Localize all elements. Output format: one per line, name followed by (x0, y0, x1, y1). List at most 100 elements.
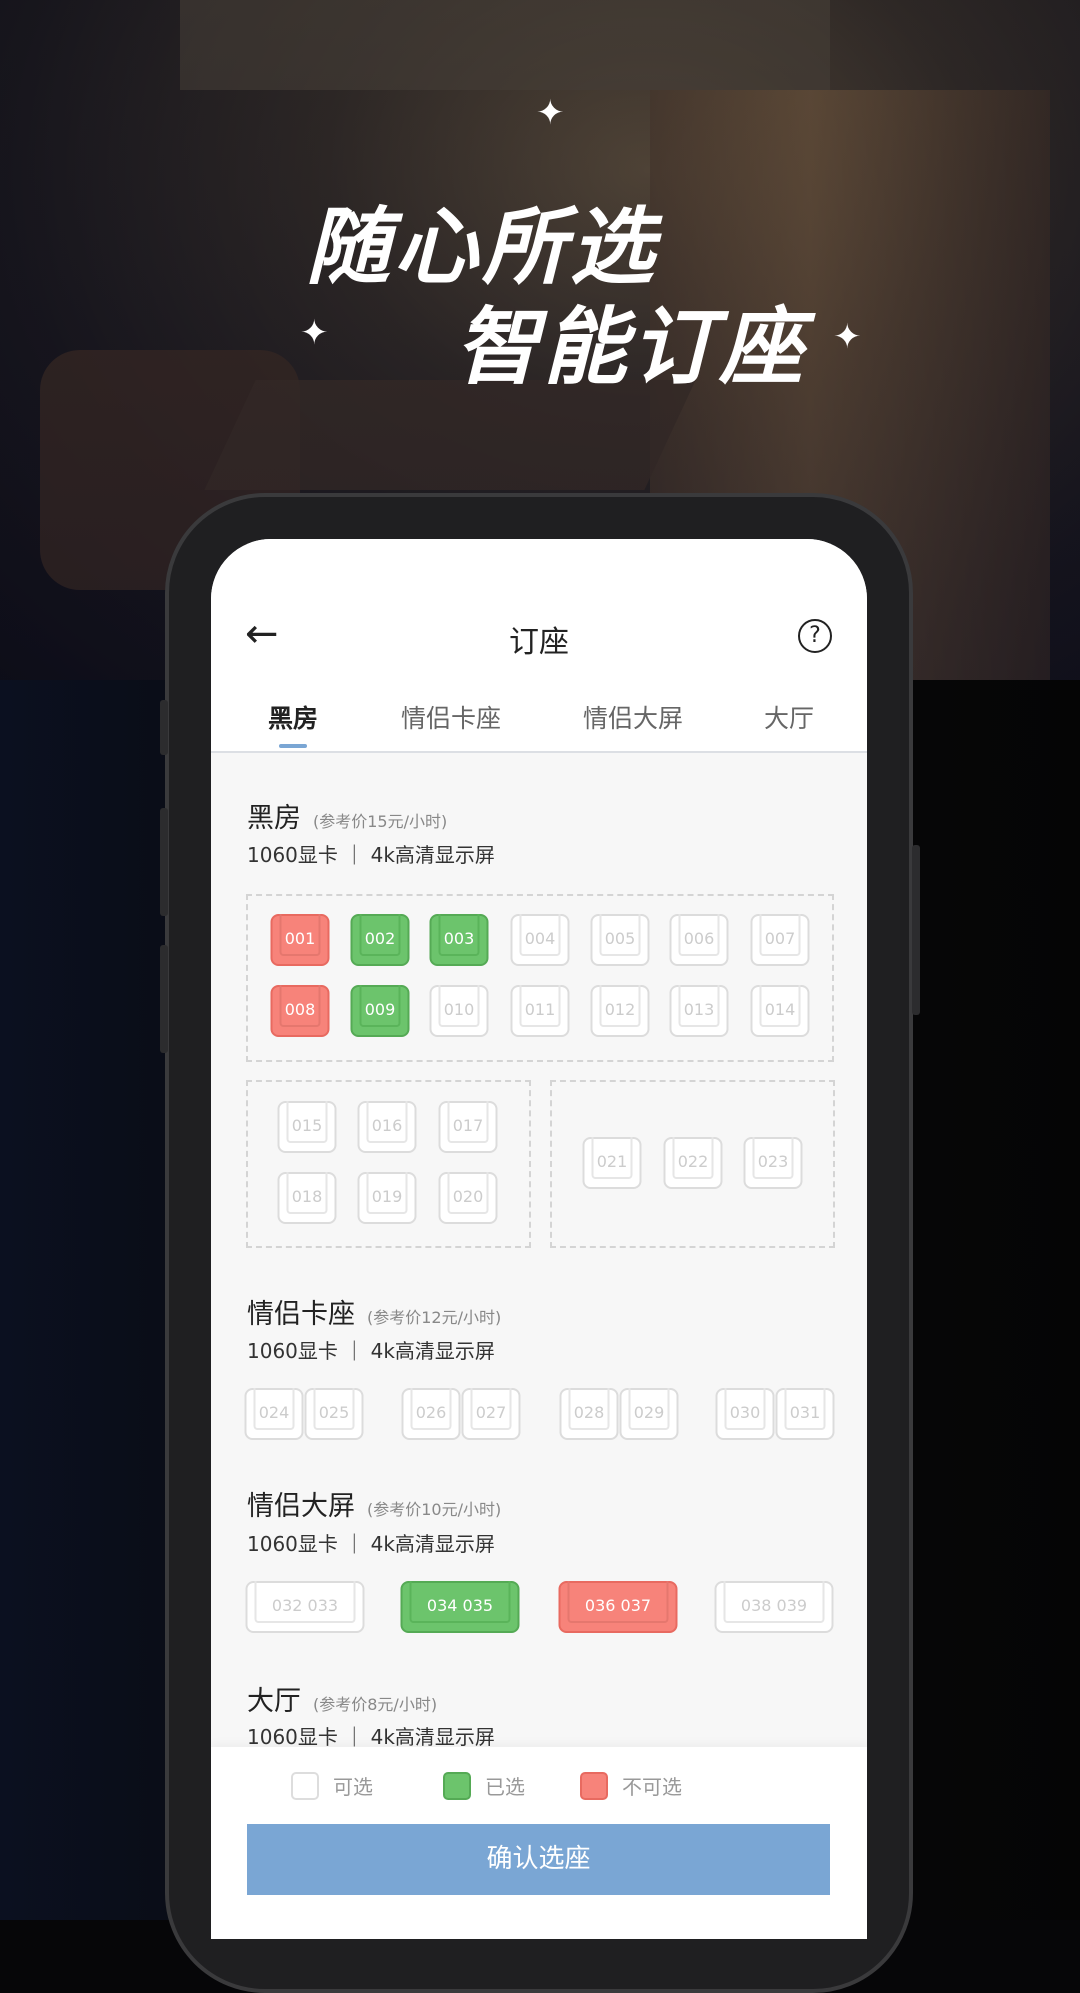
section-spec: 1060显卡 ｜ 4k高清显示屏 (247, 1725, 495, 1749)
seat-number: 019 (371, 1187, 403, 1206)
seat-available[interactable]: 027 (461, 1388, 521, 1440)
tab-blackroom[interactable]: 黑房 (268, 699, 318, 735)
seat-available[interactable]: 030 (715, 1388, 775, 1440)
promo-line2: 智能订座 (455, 280, 807, 401)
seat-number: 034 035 (426, 1596, 494, 1615)
seat-available[interactable]: 005 (590, 914, 650, 966)
seat-available[interactable]: 020 (438, 1172, 498, 1224)
seat-number: 030 (729, 1403, 761, 1422)
seat-number: 025 (318, 1403, 350, 1422)
question-circle-icon[interactable]: ? (798, 619, 832, 653)
app-screen: ← 订座 ? 黑房 情侣卡座 情侣大屏 大厅 黑房 (参考价15元/小时) 106… (211, 539, 867, 1939)
seat-number: 007 (764, 929, 796, 948)
seat-available[interactable]: 028 (559, 1388, 619, 1440)
legend-unavailable: 不可选 (580, 1771, 682, 1800)
top-bar: ← 订座 ? 黑房 情侣卡座 情侣大屏 大厅 (211, 539, 867, 753)
seat-number: 012 (604, 1000, 636, 1019)
seat-available[interactable]: 032 033 (245, 1581, 365, 1633)
seat-selected-icon (443, 1771, 471, 1800)
section-title: 情侣卡座 (参考价12元/小时) (247, 1299, 502, 1330)
seat-number: 018 (291, 1187, 323, 1206)
seat-number: 004 (524, 929, 556, 948)
section-title: 黑房 (参考价15元/小时) (247, 803, 448, 834)
seat-unavailable[interactable]: 036 037 (558, 1581, 678, 1633)
seat-available[interactable]: 015 (277, 1101, 337, 1153)
seat-available[interactable]: 010 (429, 985, 489, 1037)
section-spec: 1060显卡 ｜ 4k高清显示屏 (247, 843, 495, 867)
seat-available[interactable]: 025 (304, 1388, 364, 1440)
seat-number: 015 (291, 1116, 323, 1135)
seat-number: 032 033 (271, 1596, 339, 1615)
seat-unavailable[interactable]: 008 (270, 985, 330, 1037)
seat-number: 010 (443, 1000, 475, 1019)
seat-available[interactable]: 017 (438, 1101, 498, 1153)
seat-number: 011 (524, 1000, 556, 1019)
seat-number: 014 (764, 1000, 796, 1019)
seat-number: 016 (371, 1116, 403, 1135)
tab-couple-booth[interactable]: 情侣卡座 (401, 699, 501, 735)
seat-number: 006 (683, 929, 715, 948)
tab-couple-screen[interactable]: 情侣大屏 (583, 699, 683, 735)
seat-available[interactable]: 029 (619, 1388, 679, 1440)
seat-available[interactable]: 022 (663, 1137, 723, 1189)
seat-number: 028 (573, 1403, 605, 1422)
sparkle-icon: ✦ (300, 313, 329, 353)
seat-available[interactable]: 019 (357, 1172, 417, 1224)
seat-number: 029 (633, 1403, 665, 1422)
section-spec: 1060显卡 ｜ 4k高清显示屏 (247, 1532, 495, 1556)
seat-available[interactable]: 014 (750, 985, 810, 1037)
seat-available[interactable]: 011 (510, 985, 570, 1037)
tab-hall[interactable]: 大厅 (764, 699, 814, 735)
seat-number: 026 (415, 1403, 447, 1422)
section-title: 情侣大屏 (参考价10元/小时) (247, 1491, 502, 1522)
seat-number: 013 (683, 1000, 715, 1019)
seat-selected[interactable]: 003 (429, 914, 489, 966)
sparkle-icon: ✦ (536, 93, 565, 133)
seat-number: 036 037 (584, 1596, 652, 1615)
seat-number: 031 (789, 1403, 821, 1422)
seat-available-icon (291, 1771, 319, 1800)
seat-available[interactable]: 023 (743, 1137, 803, 1189)
legend-selected: 已选 (443, 1771, 525, 1800)
seat-available[interactable]: 026 (401, 1388, 461, 1440)
seat-selected[interactable]: 002 (350, 914, 410, 966)
seat-number: 003 (443, 929, 475, 948)
seat-number: 009 (364, 1000, 396, 1019)
seat-number: 017 (452, 1116, 484, 1135)
seat-available[interactable]: 016 (357, 1101, 417, 1153)
seat-number: 008 (284, 1000, 316, 1019)
seat-number: 001 (284, 929, 316, 948)
section-spec: 1060显卡 ｜ 4k高清显示屏 (247, 1339, 495, 1363)
seat-available[interactable]: 006 (669, 914, 729, 966)
section-title: 大厅 (参考价8元/小时) (247, 1686, 438, 1717)
seat-available[interactable]: 012 (590, 985, 650, 1037)
seat-selected[interactable]: 009 (350, 985, 410, 1037)
page-title: 订座 (509, 625, 569, 660)
tab-indicator (279, 744, 307, 748)
seat-available[interactable]: 031 (775, 1388, 835, 1440)
seat-available[interactable]: 007 (750, 914, 810, 966)
seat-available[interactable]: 004 (510, 914, 570, 966)
seat-available[interactable]: 021 (582, 1137, 642, 1189)
seat-number: 027 (475, 1403, 507, 1422)
seat-number: 038 039 (740, 1596, 808, 1615)
bottom-panel: 可选 已选 不可选 确认选座 (211, 1747, 867, 1939)
seat-number: 024 (258, 1403, 290, 1422)
seat-number: 022 (677, 1152, 709, 1171)
seat-available[interactable]: 038 039 (714, 1581, 834, 1633)
seat-unavailable[interactable]: 001 (270, 914, 330, 966)
seat-number: 002 (364, 929, 396, 948)
seat-available[interactable]: 013 (669, 985, 729, 1037)
seat-unavailable-icon (580, 1771, 608, 1800)
sparkle-icon: ✦ (833, 317, 862, 357)
seat-number: 020 (452, 1187, 484, 1206)
legend-available: 可选 (291, 1771, 373, 1800)
seat-selected[interactable]: 034 035 (400, 1581, 520, 1633)
seat-available[interactable]: 024 (244, 1388, 304, 1440)
seat-available[interactable]: 018 (277, 1172, 337, 1224)
seat-number: 021 (596, 1152, 628, 1171)
seat-number: 005 (604, 929, 636, 948)
promo-line2-text: 智能订座 (455, 298, 808, 396)
confirm-seat-button[interactable]: 确认选座 (247, 1824, 830, 1895)
seat-number: 023 (757, 1152, 789, 1171)
